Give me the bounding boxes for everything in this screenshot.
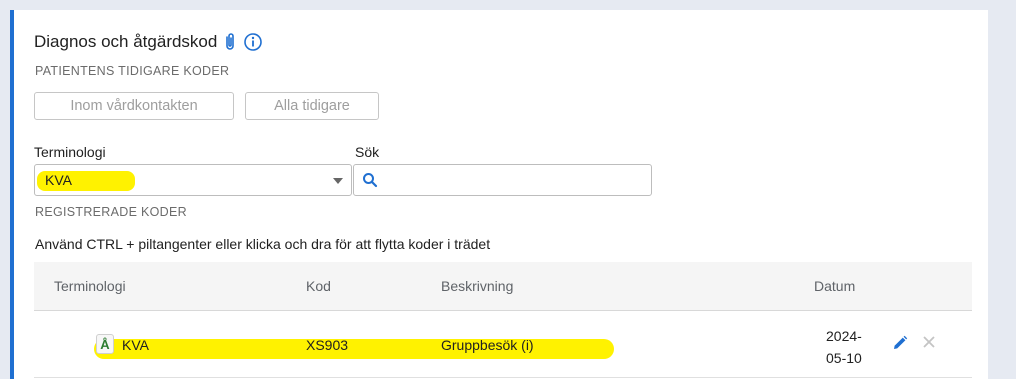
all-previous-button[interactable]: Alla tidigare: [245, 92, 379, 120]
section-title: Diagnos och åtgärdskod: [34, 32, 218, 51]
diagnosis-card: Diagnos och åtgärdskod PATIENTENS TIDIGA…: [10, 10, 988, 379]
within-contact-button[interactable]: Inom vårdkontakten: [34, 92, 234, 120]
reorder-hint: Använd CTRL + piltangenter eller klicka …: [35, 236, 491, 252]
registered-codes-heading: REGISTRERADE KODER: [35, 205, 187, 219]
previous-codes-heading: PATIENTENS TIDIGARE KODER: [35, 64, 230, 78]
paperclip-icon[interactable]: [223, 32, 237, 52]
table-row[interactable]: Å KVA XS903 Gruppbesök (i) 2024- 05-10: [34, 311, 972, 378]
terminology-select-value: KVA: [45, 172, 72, 188]
row-description: Gruppbesök (i): [441, 337, 534, 353]
terminology-badge: Å: [96, 334, 114, 354]
table-header: Terminologi Kod Beskrivning Datum: [34, 262, 972, 311]
row-code: XS903: [306, 337, 349, 353]
row-terminology: KVA: [122, 337, 149, 353]
terminology-select[interactable]: KVA: [34, 164, 352, 196]
column-date: Datum: [814, 278, 856, 294]
column-description: Beskrivning: [441, 278, 514, 294]
column-terminology: Terminologi: [54, 278, 126, 294]
row-date-line1: 2024-: [826, 328, 862, 344]
title-row: Diagnos och åtgärdskod: [34, 32, 263, 52]
row-date-line2: 05-10: [826, 350, 862, 366]
info-icon[interactable]: [243, 32, 263, 52]
close-icon[interactable]: [921, 334, 937, 355]
highlight-mark: [94, 339, 614, 359]
row-date: 2024- 05-10: [826, 325, 876, 369]
edit-icon[interactable]: [891, 334, 909, 357]
search-label: Sök: [355, 144, 380, 160]
search-input[interactable]: [353, 164, 652, 196]
search-icon: [362, 172, 378, 193]
column-code: Kod: [306, 278, 331, 294]
chevron-down-icon: [333, 178, 343, 184]
terminology-label: Terminologi: [34, 144, 106, 160]
